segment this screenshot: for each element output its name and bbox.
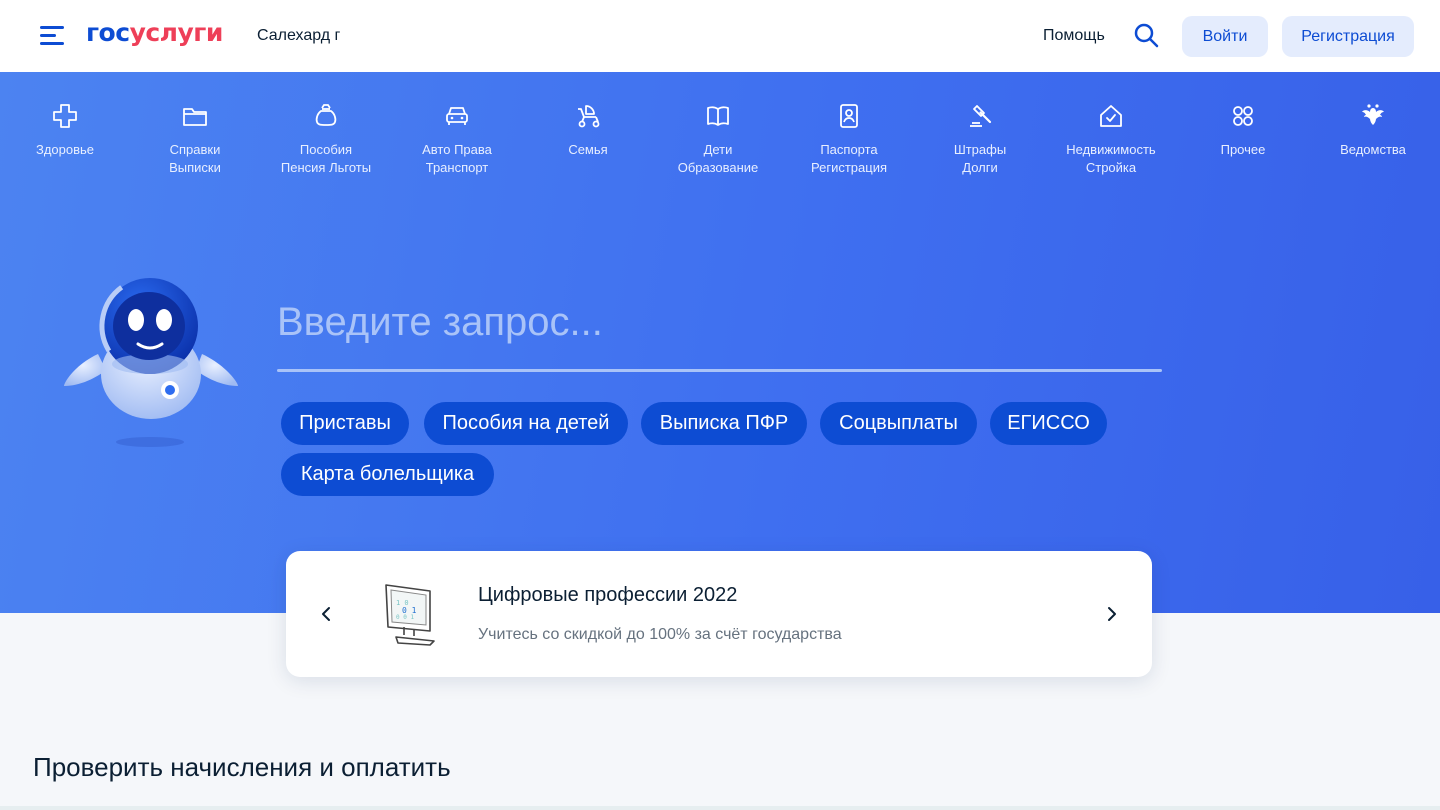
quick-chip-fan-card[interactable]: Карта болельщика: [281, 453, 494, 496]
top-header: госуслуги Салехард г Помощь Войти Регист…: [0, 0, 1440, 72]
category-benefits[interactable]: Пособия Пенсия Льготы: [266, 102, 386, 177]
category-realty[interactable]: Недвижимость Стройка: [1051, 102, 1171, 177]
category-label: Здоровье: [35, 142, 95, 157]
logo-text-part1: гос: [86, 18, 130, 47]
category-label: Дети Образование: [677, 142, 759, 175]
section-title-payments: Проверить начисления и оплатить: [33, 752, 451, 782]
car-icon: [446, 107, 468, 125]
help-link[interactable]: Помощь: [1043, 27, 1105, 45]
coat-of-arms-icon: [1362, 104, 1384, 125]
quick-chip-child-benefits[interactable]: Пособия на детей: [424, 402, 628, 445]
money-bag-icon: [315, 104, 337, 126]
quick-chip-pfr-statement[interactable]: Выписка ПФР: [641, 402, 807, 445]
category-label: Справки Выписки: [169, 142, 221, 175]
category-passports[interactable]: Паспорта Регистрация: [789, 102, 909, 177]
category-certificates[interactable]: Справки Выписки: [135, 102, 255, 177]
computer-monitor-icon: 1 0 0 1 0 0 1: [385, 584, 435, 646]
category-children-education[interactable]: Дети Образование: [658, 102, 778, 177]
baby-stroller-icon: [578, 105, 600, 128]
plus-cross-icon: [53, 104, 77, 128]
category-transport[interactable]: Авто Права Транспорт: [397, 102, 517, 177]
category-label: Авто Права Транспорт: [422, 142, 492, 175]
grid-icon: [1233, 106, 1253, 126]
login-button[interactable]: Войти: [1182, 16, 1268, 57]
quick-chip-bailiffs[interactable]: Приставы: [281, 402, 409, 445]
quick-chip-egisso[interactable]: ЕГИССО: [990, 402, 1107, 445]
category-label: Штрафы Долги: [953, 142, 1007, 175]
search-icon[interactable]: [1133, 22, 1159, 48]
category-label: Недвижимость Стройка: [1066, 142, 1156, 175]
category-other[interactable]: Прочее: [1183, 102, 1303, 159]
search-query-input[interactable]: Введите запрос...: [277, 300, 603, 345]
quick-chip-social-payments[interactable]: Соцвыплаты: [820, 402, 977, 445]
category-label: Прочее: [1220, 142, 1266, 157]
search-underline: [277, 369, 1162, 372]
gosuslugi-logo[interactable]: госуслуги: [86, 18, 223, 47]
category-label: Пособия Пенсия Льготы: [280, 142, 372, 175]
category-family[interactable]: Семья: [528, 102, 648, 159]
book-icon: [707, 106, 729, 126]
promo-carousel-card[interactable]: 1 0 0 1 0 0 1 Цифровые профессии 2022 Уч…: [286, 551, 1152, 677]
svg-text:0 0 1: 0 0 1: [396, 614, 414, 621]
gavel-icon: [970, 105, 992, 127]
register-button[interactable]: Регистрация: [1282, 16, 1414, 57]
chevron-right-icon[interactable]: [1102, 603, 1122, 625]
hero-section: Здоровье Справки Выписки Пособия Пенсия …: [0, 72, 1440, 613]
menu-burger-icon[interactable]: [40, 26, 66, 46]
folder-icon: [183, 108, 207, 126]
category-agencies[interactable]: Ведомства: [1313, 102, 1433, 159]
passport-icon: [840, 104, 858, 128]
house-check-icon: [1100, 105, 1122, 127]
category-fines[interactable]: Штрафы Долги: [920, 102, 1040, 177]
category-label: Семья: [568, 142, 608, 157]
category-label: Ведомства: [1340, 142, 1406, 157]
logo-text-part2: услуги: [129, 18, 224, 47]
category-health[interactable]: Здоровье: [5, 102, 125, 159]
promo-subtitle: Учитесь со скидкой до 100% за счёт госуд…: [478, 626, 842, 643]
chevron-left-icon[interactable]: [316, 603, 336, 625]
promo-title: Цифровые профессии 2022: [478, 584, 738, 606]
robot-assistant-mascot[interactable]: [58, 274, 244, 454]
category-label: Паспорта Регистрация: [811, 142, 887, 175]
city-selector[interactable]: Салехард г: [257, 27, 340, 45]
bottom-divider: [0, 806, 1440, 810]
